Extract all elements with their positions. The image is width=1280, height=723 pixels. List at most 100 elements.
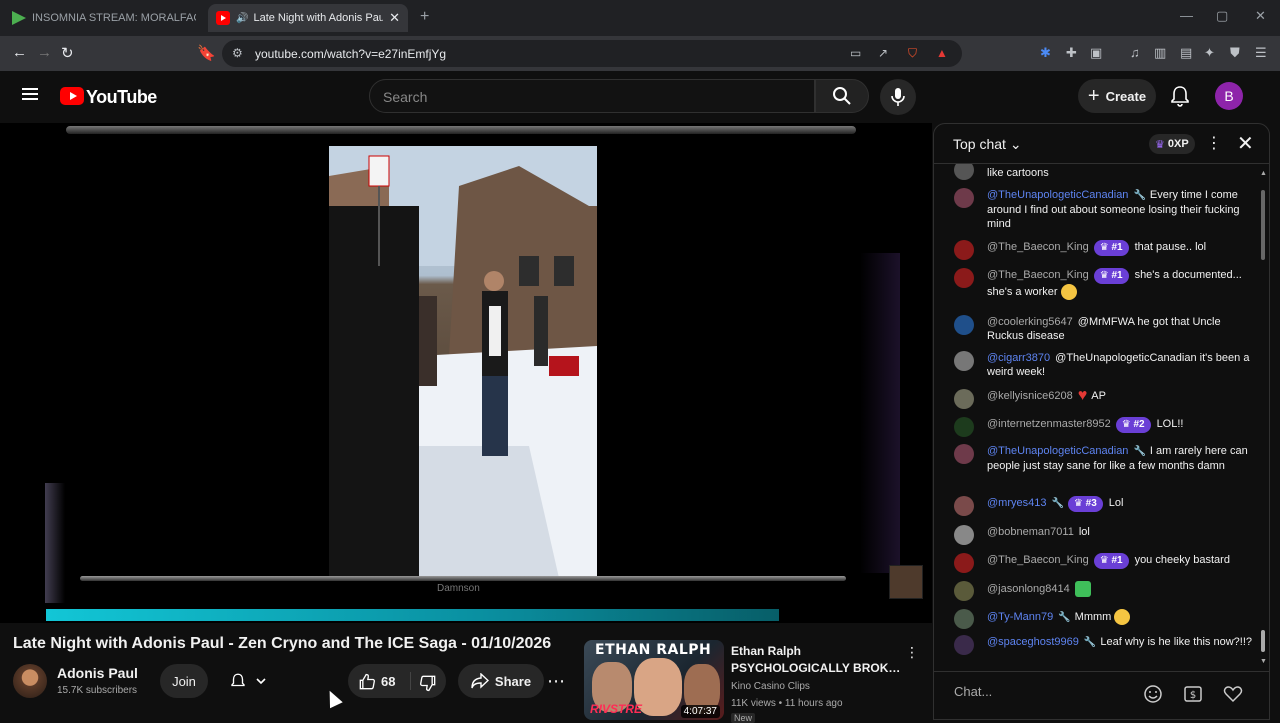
search-button[interactable] — [815, 79, 869, 113]
youtube-wordmark[interactable]: YouTube — [86, 87, 157, 108]
bookmark-icon[interactable]: 🔖 — [197, 44, 216, 62]
address-bar[interactable]: ⚙ youtube.com/watch?v=e27inEmfjYg ▭ ↗ ⛉ … — [222, 40, 962, 67]
like-icon[interactable] — [357, 672, 377, 692]
join-button[interactable]: Join — [160, 664, 208, 698]
youtube-favicon-icon — [216, 11, 230, 25]
message-text: Mmmm — [1074, 610, 1112, 623]
brave-shield-icon[interactable]: ⛉ — [908, 46, 917, 61]
chat-username[interactable]: @jasonlong8414 — [987, 583, 1070, 595]
wallet-icon[interactable]: ▤ — [1180, 45, 1192, 61]
video-decoration — [860, 253, 900, 573]
recommended-video-thumbnail[interactable]: ETHAN RALPH RIVSTRE 4:07:37 — [584, 640, 724, 720]
chat-username[interactable]: @spaceghost9969 — [987, 636, 1079, 648]
scrollbar-thumb[interactable] — [1261, 630, 1265, 652]
message-text: lol — [1078, 526, 1090, 538]
browser-tab-bar: INSOMNIA STREAM: MORALFAG EDITION 🔊 Late… — [0, 0, 1280, 36]
minimize-icon[interactable]: — — [1180, 8, 1193, 23]
back-icon[interactable]: ← — [12, 44, 27, 61]
browser-tab-insomnia[interactable]: INSOMNIA STREAM: MORALFAG EDITION — [4, 4, 204, 32]
wrench-icon: 🔧 — [1058, 611, 1071, 623]
maximize-icon[interactable]: ▢ — [1216, 8, 1228, 24]
rank-label: #1 — [1111, 555, 1123, 566]
subscription-bell-button[interactable] — [220, 664, 276, 698]
twitch-icon — [12, 11, 26, 25]
recommended-channel[interactable]: Kino Casino Clips — [731, 681, 810, 692]
share-page-icon[interactable]: ↗ — [878, 46, 888, 60]
scroll-down-icon[interactable]: ▼ — [1260, 658, 1267, 665]
new-tab-button[interactable]: + — [420, 8, 429, 26]
scroll-up-icon[interactable]: ▲ — [1260, 170, 1267, 177]
media-icon[interactable]: ♫ — [1130, 45, 1140, 60]
chat-input[interactable]: Chat... — [954, 684, 992, 699]
chat-username[interactable]: @kellyisnice6208 — [987, 390, 1073, 402]
dislike-icon[interactable] — [418, 673, 438, 693]
leo-icon[interactable]: ✦ — [1204, 45, 1215, 61]
create-button[interactable]: + Create — [1078, 79, 1156, 113]
hamburger-menu-icon[interactable] — [22, 88, 38, 100]
chat-username[interactable]: @cigarr3870 — [987, 352, 1050, 364]
recommended-menu-icon[interactable]: ⋮ — [905, 644, 919, 661]
recommended-video-title[interactable]: Ethan Ralph PSYCHOLOGICALLY BROKEN ... — [731, 643, 901, 677]
chat-message: @bobneman7011 lol — [954, 525, 1254, 545]
chat-username[interactable]: @The_Baecon_King — [987, 269, 1089, 281]
chat-username[interactable]: @The_Baecon_King — [987, 241, 1089, 253]
chat-username[interactable]: @internetzenmaster8952 — [987, 418, 1111, 430]
cast-icon[interactable]: ▭ — [850, 46, 861, 60]
puzzle-icon[interactable]: ✚ — [1066, 45, 1077, 61]
browser-tab-active[interactable]: 🔊 Late Night with Adonis Paul - Zen Cryn… — [208, 4, 408, 32]
share-button[interactable]: Share — [458, 664, 544, 698]
chat-username[interactable]: @TheUnapologeticCanadian — [987, 445, 1128, 457]
scrollbar-thumb[interactable] — [1261, 190, 1265, 260]
share-icon — [471, 673, 489, 689]
vpn-icon[interactable]: ⛊ — [1230, 45, 1240, 61]
rank-label: #3 — [1085, 498, 1097, 509]
chat-menu-icon[interactable]: ⋮ — [1206, 133, 1222, 153]
share-label: Share — [494, 673, 532, 689]
chat-username[interactable]: @Ty-Mann79 — [987, 611, 1053, 623]
chat-username[interactable]: @The_Baecon_King — [987, 554, 1089, 566]
more-actions-button[interactable]: ⋯ — [540, 664, 572, 698]
notifications-bell-icon[interactable] — [1168, 84, 1192, 108]
youtube-logo-icon[interactable] — [60, 87, 84, 105]
chat-username[interactable]: @bobneman7011 — [987, 526, 1074, 538]
super-chat-icon[interactable]: $ — [1183, 684, 1203, 704]
mouse-cursor — [323, 687, 343, 709]
video-player[interactable]: Damnson — [0, 123, 932, 623]
user-avatar — [954, 164, 974, 180]
account-avatar[interactable]: B — [1215, 82, 1243, 110]
chat-username[interactable]: @TheUnapologeticCanadian — [987, 189, 1128, 201]
top-chat-dropdown[interactable]: Top chat ⌄ — [953, 136, 1022, 153]
video-progress-bar[interactable] — [46, 609, 779, 621]
chat-scrollbar[interactable]: ▲ ▼ — [1260, 170, 1267, 665]
green-emoji-icon — [1074, 581, 1091, 597]
video-decoration — [45, 483, 65, 603]
rank-label: #1 — [1111, 270, 1123, 281]
extension-icon[interactable]: ✱ — [1040, 45, 1051, 61]
channel-name[interactable]: Adonis Paul — [57, 665, 138, 681]
reload-icon[interactable]: ↻ — [61, 44, 74, 62]
site-info-icon[interactable]: ⚙ — [232, 46, 243, 60]
chat-username[interactable]: @mryes413 — [987, 497, 1046, 509]
chat-message: @The_Baecon_King ♛ #1 that pause.. lol — [954, 240, 1254, 260]
recommended-meta: 11K views • 11 hours ago — [731, 698, 843, 709]
chevron-down-icon — [256, 678, 266, 685]
video-content-image — [329, 146, 597, 578]
heart-reaction-icon[interactable] — [1223, 684, 1243, 704]
search-input[interactable]: Search — [369, 79, 815, 113]
chat-username[interactable]: @coolerking5647 — [987, 316, 1073, 328]
close-chat-icon[interactable]: ✕ — [1237, 131, 1254, 156]
user-avatar — [954, 635, 974, 655]
channel-avatar[interactable] — [13, 664, 47, 698]
screenshot-icon[interactable]: ▣ — [1090, 45, 1102, 61]
svg-text:$: $ — [1190, 690, 1196, 701]
forward-icon[interactable]: → — [37, 44, 52, 61]
brave-rewards-icon[interactable]: ▲ — [936, 46, 948, 60]
emoji-picker-icon[interactable] — [1143, 684, 1163, 704]
xp-badge[interactable]: ♛ 0XP — [1149, 134, 1195, 154]
close-window-icon[interactable]: ✕ — [1255, 8, 1266, 24]
message-text: AP — [1091, 390, 1106, 402]
voice-search-button[interactable] — [880, 79, 916, 115]
sidebar-icon[interactable]: ▥ — [1154, 45, 1166, 61]
close-tab-icon[interactable]: ✕ — [389, 10, 400, 26]
menu-icon[interactable]: ☰ — [1255, 45, 1267, 61]
